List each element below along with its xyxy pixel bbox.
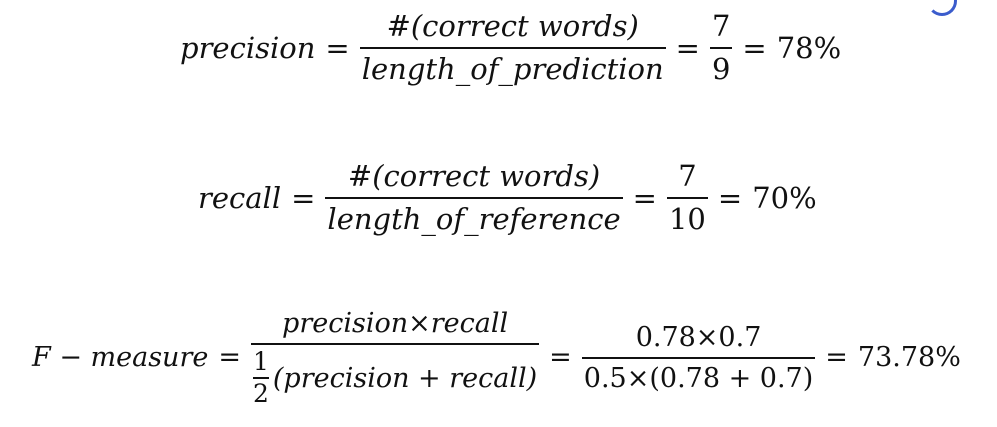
fmeasure-numerator: precision×recall [282, 308, 509, 339]
fmeasure-calc-fraction: 0.78×0.7 0.5×(0.78 + 0.7) [581, 321, 816, 394]
recall-denominator: length_of_reference [327, 202, 621, 237]
precision-denominator: length_of_prediction [361, 52, 664, 87]
recall-fraction: #(correct words) length_of_reference [325, 159, 623, 237]
precision-lhs: precision [180, 31, 316, 66]
recall-numerator: #(correct words) [347, 159, 601, 193]
fmeasure-equation: F − measure = precision×recall 1 2 (prec… [32, 308, 961, 408]
pen-mark-decoration [927, 0, 957, 16]
equals-sign: = [717, 181, 743, 216]
half-denominator: 2 [252, 379, 269, 409]
recall-lhs: recall [198, 181, 282, 216]
recall-result: 70% [752, 181, 817, 216]
equals-sign: = [825, 342, 848, 374]
half-numerator: 1 [252, 347, 269, 377]
precision-numerator: #(correct words) [386, 9, 639, 43]
equals-sign: = [742, 31, 767, 66]
recall-value-denominator: 10 [668, 202, 706, 237]
recall-value-fraction: 7 10 [666, 159, 708, 237]
precision-fraction: #(correct words) length_of_prediction [359, 9, 666, 87]
one-half-fraction: 1 2 [252, 347, 269, 409]
equals-sign: = [218, 342, 241, 374]
precision-equation: precision = #(correct words) length_of_p… [180, 9, 842, 87]
recall-equation: recall = #(correct words) length_of_refe… [198, 159, 817, 237]
fmeasure-calc-numerator: 0.78×0.7 [635, 321, 762, 353]
precision-result: 78% [776, 31, 842, 66]
precision-value-numerator: 7 [711, 9, 731, 43]
fmeasure-calc-denominator: 0.5×(0.78 + 0.7) [583, 362, 814, 394]
equals-sign: = [325, 31, 350, 66]
fmeasure-denominator-rest: (precision + recall) [272, 362, 538, 394]
fmeasure-denominator: 1 2 (precision + recall) [251, 345, 539, 408]
equals-sign: = [549, 342, 572, 374]
precision-value-fraction: 7 9 [709, 9, 733, 87]
precision-value-denominator: 9 [711, 52, 731, 87]
recall-value-numerator: 7 [678, 159, 697, 193]
fmeasure-fraction: precision×recall 1 2 (precision + recall… [250, 308, 540, 408]
equals-sign: = [632, 181, 657, 216]
fmeasure-result: 73.78% [857, 342, 961, 374]
fmeasure-lhs: F − measure [32, 342, 209, 374]
equals-sign: = [675, 31, 700, 66]
equals-sign: = [291, 181, 316, 216]
